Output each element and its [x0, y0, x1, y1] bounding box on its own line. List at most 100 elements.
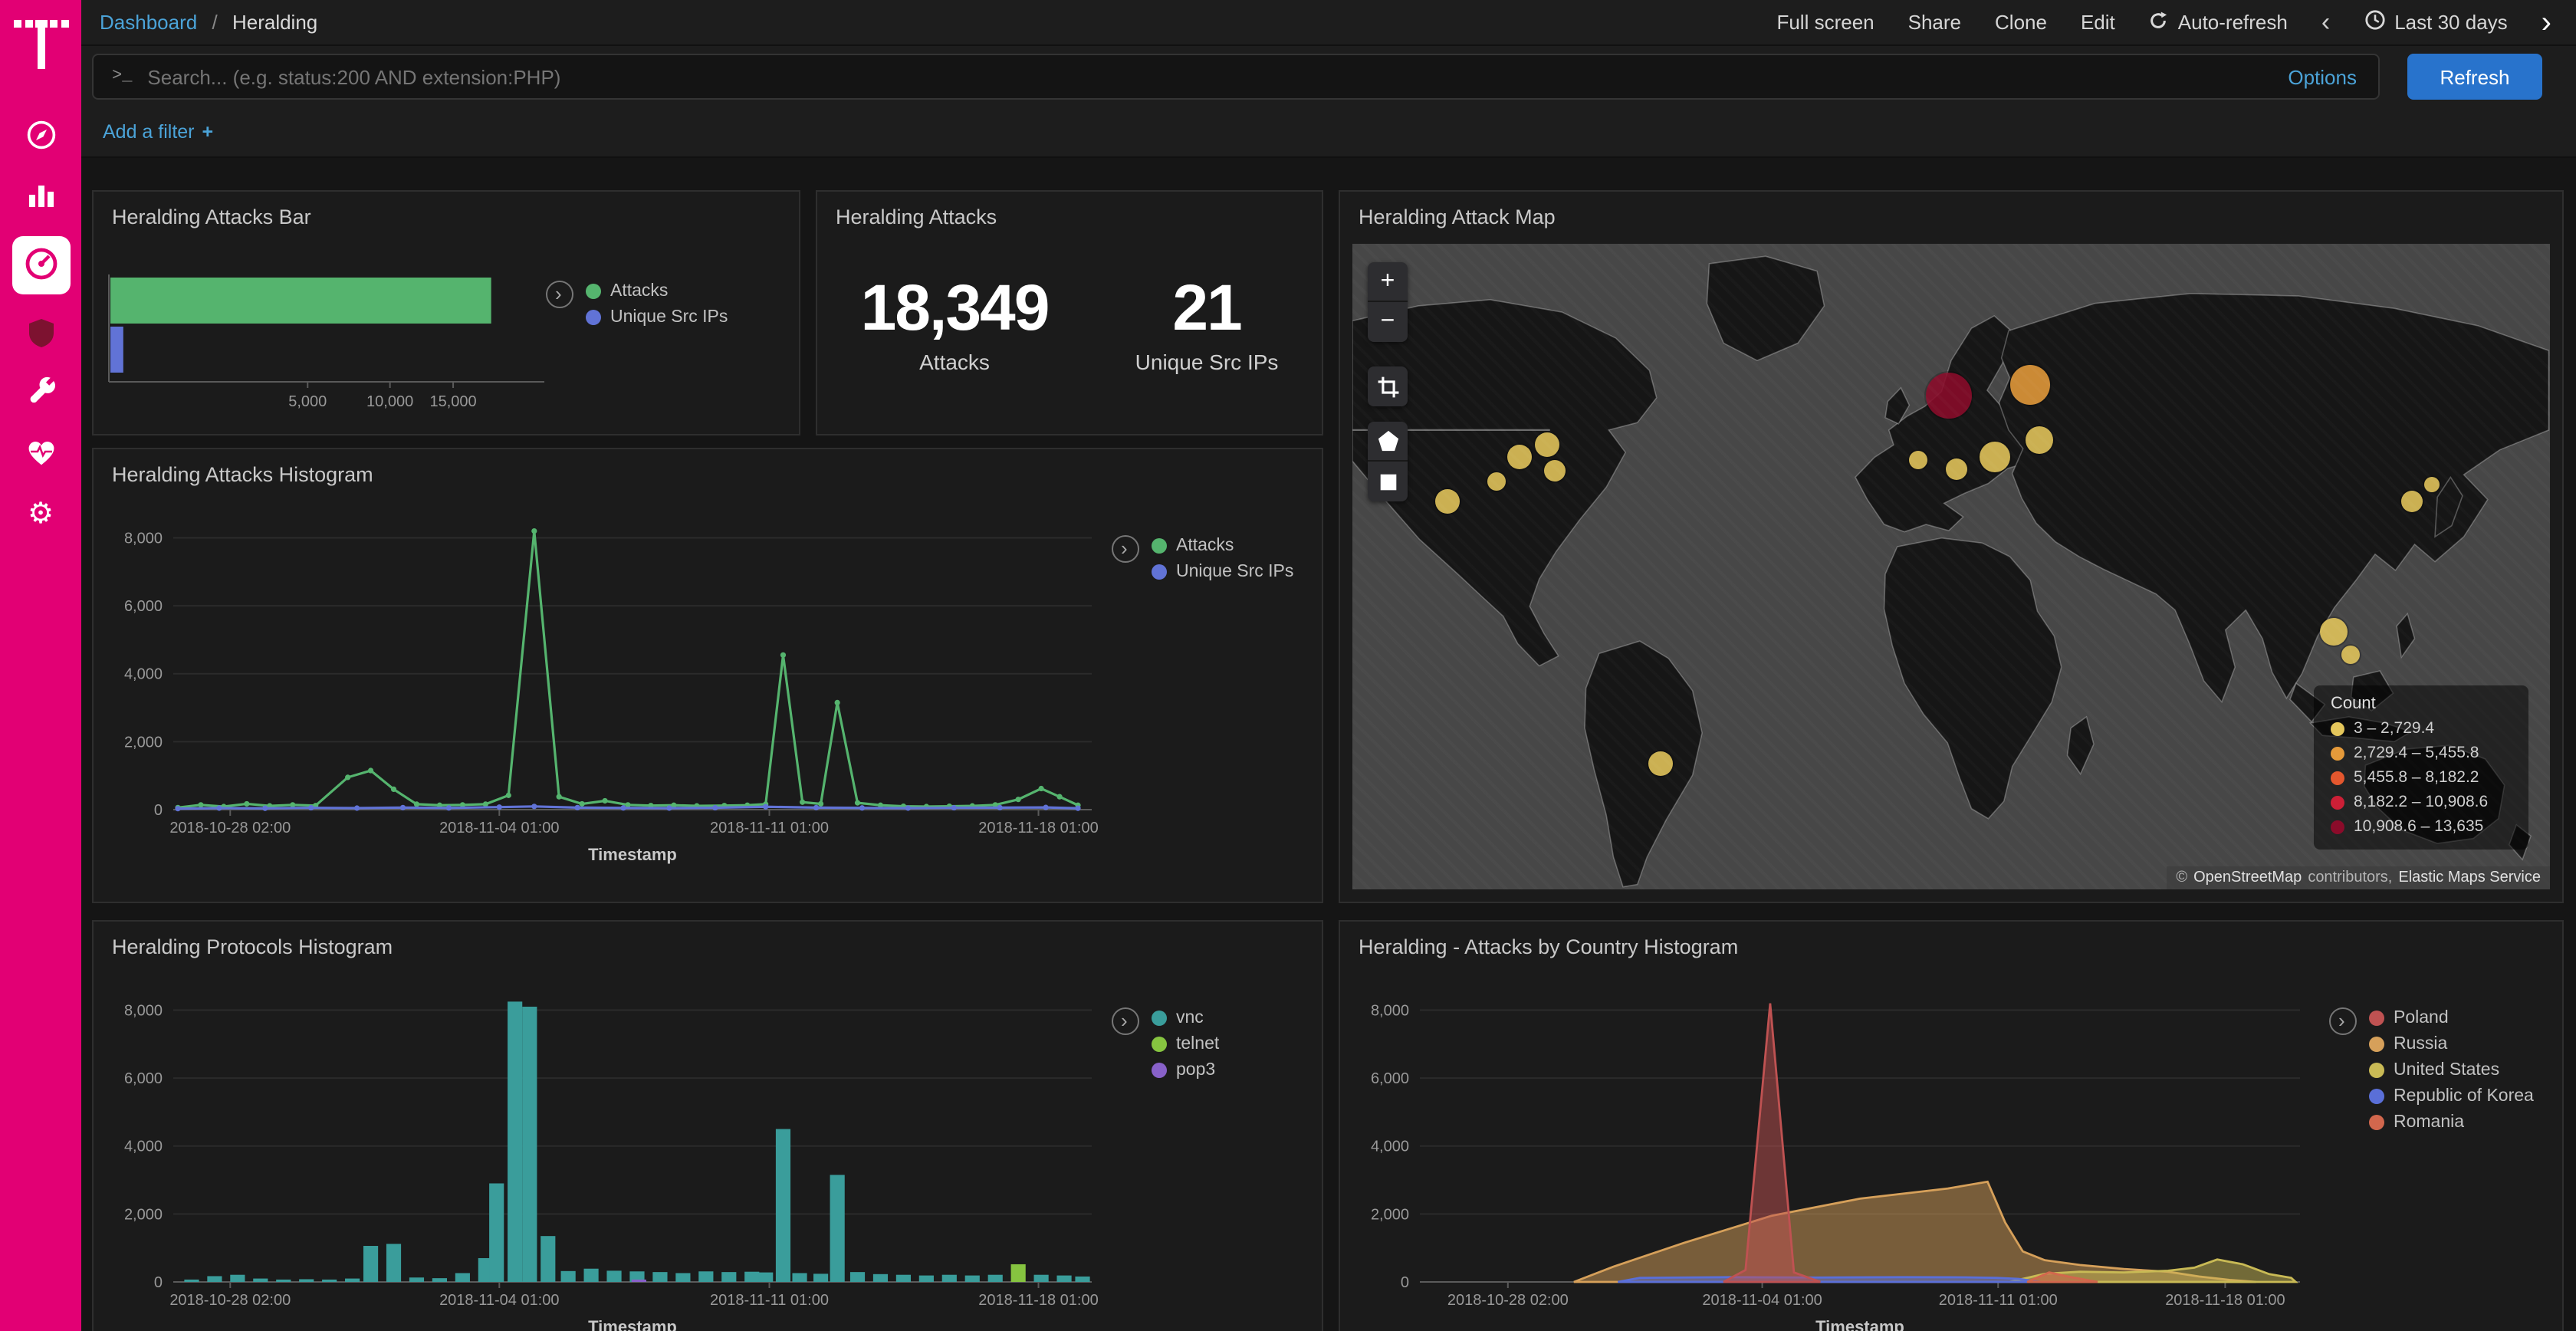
refresh-button[interactable]: Refresh — [2407, 54, 2542, 100]
attack-point[interactable] — [1980, 442, 2011, 472]
breadcrumb: Dashboard / Heralding — [100, 11, 317, 34]
legend-color-dot — [1152, 1011, 1167, 1026]
legend: Poland Russia United States — [2329, 1007, 2534, 1132]
plus-icon: + — [202, 121, 214, 143]
legend-item[interactable]: Attacks — [1152, 537, 1293, 555]
panel-heralding-attacks-histogram: Heralding Attacks Histogram 02,0004,0006… — [92, 448, 1323, 903]
filter-bar: Add a filter + — [81, 107, 2576, 158]
sidebar-item-dashboard-selected[interactable] — [12, 236, 70, 294]
metric-value: 21 — [1135, 271, 1279, 345]
nav-action-link[interactable]: Clone — [1995, 11, 2047, 34]
attack-point[interactable] — [2401, 491, 2423, 513]
attack-point[interactable] — [1544, 460, 1566, 481]
attack-point[interactable] — [2423, 477, 2439, 492]
attack-point[interactable] — [2321, 617, 2348, 645]
legend-toggle-icon[interactable] — [2329, 1007, 2357, 1035]
legend-item[interactable]: Russia — [2369, 1035, 2534, 1053]
legend-item[interactable]: Unique Src IPs — [1152, 563, 1293, 581]
map-draw-rectangle-button[interactable] — [1368, 462, 1408, 501]
attacks-line-chart[interactable]: 02,0004,0006,0008,0002018-10-28 02:00201… — [103, 495, 1107, 886]
elastic-maps-link[interactable]: Elastic Maps Service — [2398, 869, 2541, 886]
legend-item[interactable]: Unique Src IPs — [586, 308, 728, 327]
legend-item[interactable]: Attacks — [586, 282, 728, 301]
nav-actions: Full screen Share Clone Edit — [1776, 11, 2114, 34]
sidebar-item-settings[interactable]: ⚙ — [21, 494, 61, 534]
svg-text:0: 0 — [1401, 1274, 1409, 1291]
attack-point[interactable] — [2025, 427, 2052, 455]
osm-link[interactable]: OpenStreetMap — [2193, 869, 2302, 886]
legend-color-dot — [2369, 1063, 2384, 1078]
bar-chart-icon — [24, 177, 58, 215]
legend-item[interactable]: telnet — [1152, 1035, 1219, 1053]
svg-text:8,000: 8,000 — [124, 1002, 163, 1019]
legend-item[interactable]: United States — [2369, 1061, 2534, 1080]
panel-heralding-attack-map: Heralding Attack Map — [1339, 190, 2564, 903]
gauge-icon — [21, 243, 61, 288]
time-range-picker[interactable]: Last 30 days — [2364, 9, 2507, 35]
attack-point[interactable] — [2010, 365, 2050, 405]
attack-point[interactable] — [1945, 458, 1967, 479]
legend-item[interactable]: Republic of Korea — [2369, 1087, 2534, 1106]
attack-point[interactable] — [1910, 451, 1928, 469]
svg-text:5,000: 5,000 — [288, 393, 327, 410]
legend-item[interactable]: Romania — [2369, 1113, 2534, 1132]
panel-title: Heralding Protocols Histogram — [94, 922, 1322, 958]
map-draw-controls — [1368, 422, 1408, 501]
country-area-chart[interactable]: 02,0004,0006,0008,0002018-10-28 02:00201… — [1349, 968, 2315, 1331]
legend-color-dot — [2369, 1011, 2384, 1026]
breadcrumb-dashboard-link[interactable]: Dashboard — [100, 11, 197, 34]
svg-text:6,000: 6,000 — [124, 598, 163, 615]
attack-point[interactable] — [1926, 373, 1972, 419]
sidebar-item-compass[interactable] — [21, 117, 61, 156]
map-zoom-out-button[interactable]: − — [1368, 302, 1408, 342]
legend-toggle-icon[interactable] — [1112, 535, 1139, 563]
nav-action-link[interactable]: Edit — [2081, 11, 2115, 34]
map-zoom-in-button[interactable]: + — [1368, 262, 1408, 302]
sidebar-item-health[interactable] — [21, 434, 61, 474]
map-fit-bounds-button[interactable] — [1368, 366, 1408, 406]
sidebar-item-security[interactable] — [21, 314, 61, 354]
sidebar-item-bar-chart[interactable] — [21, 176, 61, 216]
nav-action-link[interactable]: Share — [1908, 11, 1961, 34]
panel-title: Heralding Attacks — [817, 192, 1322, 228]
attack-point[interactable] — [1508, 445, 1533, 469]
attack-point[interactable] — [1487, 472, 1505, 491]
attack-point[interactable] — [1436, 488, 1460, 513]
legend-item[interactable]: Poland — [2369, 1009, 2534, 1027]
sidebar: ⚙ — [0, 0, 81, 1331]
add-filter-link[interactable]: Add a filter + — [103, 121, 213, 143]
legend: Attacks Unique Src IPs — [546, 281, 728, 327]
search-input[interactable] — [147, 65, 2272, 88]
attack-point[interactable] — [1534, 433, 1559, 458]
legend-item[interactable]: vnc — [1152, 1009, 1219, 1027]
time-back-chevron-icon[interactable]: ‹ — [2321, 9, 2330, 35]
legend-color-dot — [586, 310, 601, 325]
legend-toggle-icon[interactable] — [1112, 1007, 1139, 1035]
svg-text:2018-11-18 01:00: 2018-11-18 01:00 — [978, 820, 1098, 836]
world-map[interactable]: + − Count — [1352, 244, 2550, 889]
svg-text:2018-11-18 01:00: 2018-11-18 01:00 — [2165, 1292, 2285, 1309]
legend-toggle-icon[interactable] — [546, 281, 573, 308]
legend-color-dot — [1152, 538, 1167, 554]
breadcrumb-current: Heralding — [232, 11, 317, 34]
sidebar-item-tools[interactable] — [21, 374, 61, 414]
map-legend-row: 10,908.6 – 13,635 — [2331, 816, 2512, 837]
options-link[interactable]: Options — [2288, 65, 2357, 88]
attack-point[interactable] — [1649, 751, 1674, 776]
legend-color-dot — [2369, 1115, 2384, 1130]
legend-item[interactable]: pop3 — [1152, 1061, 1219, 1080]
map-attribution: © OpenStreetMap contributors, Elastic Ma… — [2167, 866, 2550, 889]
polygon-icon — [1376, 429, 1399, 452]
auto-refresh-button[interactable]: Auto-refresh — [2149, 10, 2288, 35]
svg-text:2018-11-18 01:00: 2018-11-18 01:00 — [978, 1292, 1098, 1309]
attacks-bar-chart[interactable]: 5,00010,00015,000 — [106, 268, 554, 428]
map-legend: Count 3 – 2,729.4 2,729.4 – 5,455.8 — [2314, 685, 2528, 850]
map-draw-polygon-button[interactable] — [1368, 422, 1408, 462]
nav-action-link[interactable]: Full screen — [1776, 11, 1874, 34]
protocols-bar-chart[interactable]: 02,0004,0006,0008,0002018-10-28 02:00201… — [103, 968, 1107, 1331]
legend-color-dot — [2331, 795, 2344, 809]
attack-point[interactable] — [2342, 646, 2361, 664]
wrench-icon — [24, 375, 58, 413]
time-forward-chevron-icon[interactable]: › — [2542, 7, 2551, 38]
refresh-cycle-icon — [2149, 10, 2169, 35]
